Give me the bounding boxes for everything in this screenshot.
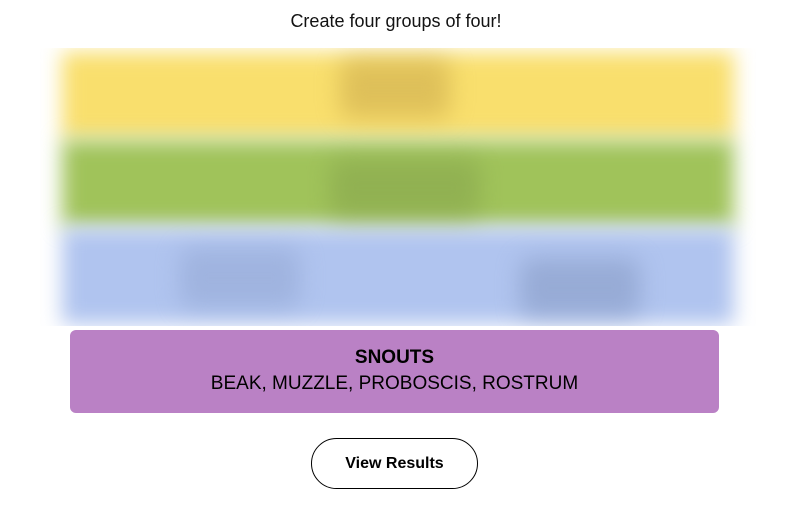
blur-shade [340, 58, 450, 118]
solved-group-title: SNOUTS [354, 347, 435, 368]
blur-shade [330, 158, 480, 218]
blur-shade [520, 258, 640, 318]
view-results-button[interactable]: View Results [311, 438, 478, 489]
solved-group-members: BEAK, MUZZLE, PROBOSCIS, ROSTRUM [210, 373, 579, 394]
blurred-solved-rows [40, 48, 756, 326]
instructions-text: Create four groups of four! [290, 11, 502, 31]
solved-group-row: SNOUTS BEAK, MUZZLE, PROBOSCIS, ROSTRUM [70, 330, 719, 413]
blur-shade [180, 248, 300, 308]
